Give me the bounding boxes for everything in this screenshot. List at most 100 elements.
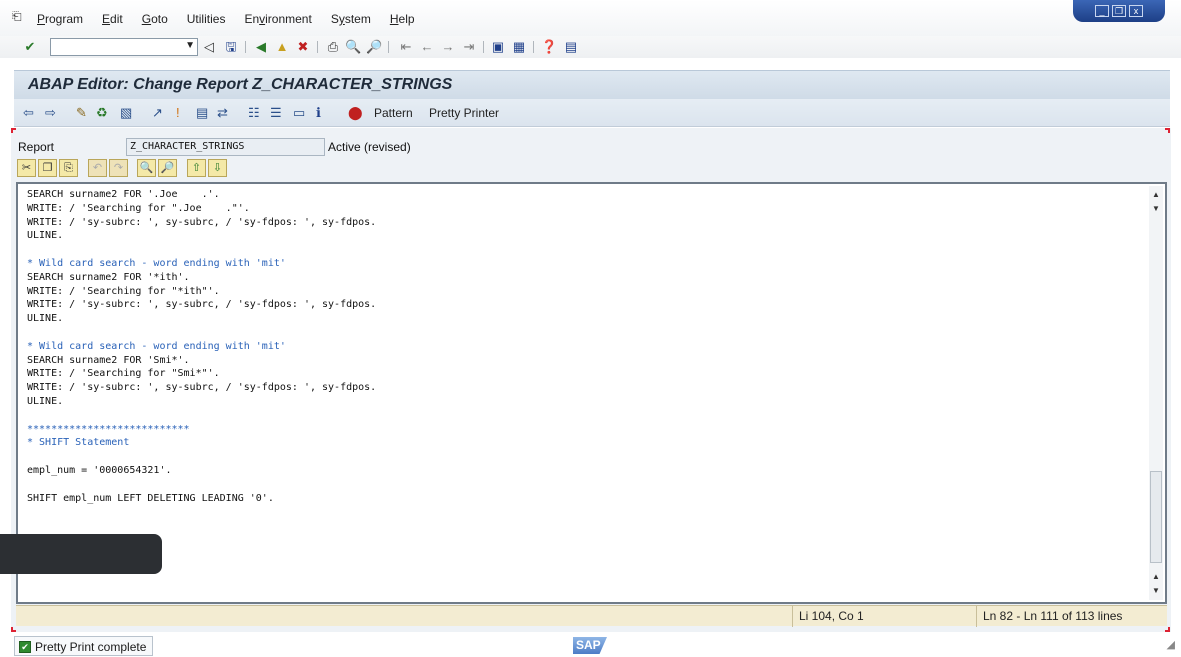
- redo-icon[interactable]: ↷: [109, 159, 128, 177]
- where-used-icon[interactable]: ▤: [196, 105, 208, 121]
- find-icon[interactable]: 🔍: [345, 39, 361, 55]
- code-comment-line[interactable]: * SHIFT Statement: [27, 436, 1147, 450]
- back-arrow-icon[interactable]: ◁: [201, 39, 217, 55]
- code-line[interactable]: [27, 478, 1147, 492]
- pattern-button[interactable]: Pattern: [374, 106, 413, 120]
- restore-icon[interactable]: ❐: [1112, 5, 1126, 17]
- code-line[interactable]: WRITE: / 'sy-subrc: ', sy-subrc, / 'sy-f…: [27, 381, 1147, 395]
- code-line[interactable]: SEARCH surname2 FOR 'Smi*'.: [27, 354, 1147, 368]
- back-icon[interactable]: ◀: [253, 39, 269, 55]
- breakpoint-stop-icon[interactable]: ⬤: [348, 105, 363, 121]
- scroll-thumb[interactable]: [1150, 471, 1162, 563]
- menu-item-program[interactable]: Program: [37, 12, 83, 26]
- code-comment-line[interactable]: * Wild card search - word ending with 'm…: [27, 257, 1147, 271]
- code-line[interactable]: [27, 326, 1147, 340]
- paste-icon[interactable]: ⎘: [59, 159, 78, 177]
- copy-icon[interactable]: ❐: [38, 159, 57, 177]
- info-icon[interactable]: ℹ: [316, 105, 321, 121]
- separator: [317, 41, 318, 53]
- upload-icon[interactable]: ⇧: [187, 159, 206, 177]
- test-icon[interactable]: !: [176, 105, 180, 121]
- new-session-icon[interactable]: ▣: [490, 39, 506, 55]
- code-line[interactable]: WRITE: / 'Searching for "Smi*"'.: [27, 367, 1147, 381]
- window-controls: _ ❐ x: [1073, 0, 1165, 22]
- undo-icon[interactable]: ↶: [88, 159, 107, 177]
- cut-icon[interactable]: ✂: [17, 159, 36, 177]
- resize-grip-icon[interactable]: ◢: [1167, 638, 1175, 651]
- status-message[interactable]: ✔ Pretty Print complete: [14, 636, 154, 656]
- menu-item-system[interactable]: System: [331, 12, 371, 26]
- next-page-icon[interactable]: →: [440, 39, 456, 55]
- other-object-icon[interactable]: ▧: [120, 105, 132, 121]
- menu-bar: ⎗ Program Edit Goto Utilities Environment Sys…: [0, 0, 1181, 36]
- print-icon[interactable]: ⎙: [325, 39, 341, 55]
- code-line[interactable]: empl_num = '0000654321'.: [27, 464, 1147, 478]
- enter-check-icon[interactable]: ✔: [22, 39, 38, 55]
- system-toolbar: ✔ ▼ ◁ 🖫 ◀ ▲ ✖ ⎙ 🔍 🔎 ⇤ ← → ⇥ ▣ ▦ ❓ ▤: [0, 36, 1181, 58]
- report-label: Report: [18, 140, 55, 154]
- code-comment-line[interactable]: ***************************: [27, 423, 1147, 437]
- fullscreen-icon[interactable]: ▭: [293, 105, 305, 121]
- close-icon[interactable]: x: [1129, 5, 1143, 17]
- minimize-icon[interactable]: _: [1095, 5, 1109, 17]
- object-list-icon[interactable]: ☷: [248, 105, 260, 121]
- dropdown-icon[interactable]: ▼: [185, 40, 195, 51]
- status-bar: ✔ Pretty Print complete SAP: [0, 634, 1181, 657]
- cancel-icon[interactable]: ✖: [295, 39, 311, 55]
- activate-icon[interactable]: ↗: [152, 105, 163, 121]
- success-check-icon: ✔: [19, 641, 31, 653]
- command-field[interactable]: ▼: [50, 38, 198, 56]
- search-icon[interactable]: 🔍: [137, 159, 156, 177]
- back-arrow-icon[interactable]: ⇦: [23, 105, 34, 121]
- menu-item-edit[interactable]: Edit: [102, 12, 123, 26]
- code-line[interactable]: SHIFT empl_num LEFT DELETING LEADING '0'…: [27, 492, 1147, 506]
- code-line[interactable]: ULINE.: [27, 229, 1147, 243]
- vertical-scrollbar[interactable]: ▲ ▼ ▲ ▼: [1149, 186, 1163, 600]
- toggle-display-change-icon[interactable]: ✎: [76, 105, 87, 121]
- code-line[interactable]: WRITE: / 'Searching for ".Joe ."'.: [27, 202, 1147, 216]
- scroll-up-icon[interactable]: ▲: [1149, 188, 1163, 202]
- first-page-icon[interactable]: ⇤: [398, 39, 414, 55]
- code-line[interactable]: SEARCH surname2 FOR '.Joe .'.: [27, 188, 1147, 202]
- last-page-icon[interactable]: ⇥: [461, 39, 477, 55]
- page-up-icon[interactable]: ▲: [1149, 570, 1163, 584]
- code-comment-line[interactable]: * Wild card search - word ending with 'm…: [27, 340, 1147, 354]
- forward-arrow-icon[interactable]: ⇨: [45, 105, 56, 121]
- menu-item-help[interactable]: Help: [390, 12, 415, 26]
- menu-item-utilities[interactable]: Utilities: [187, 12, 226, 26]
- menu-item-environment[interactable]: Environment: [244, 12, 311, 26]
- code-line[interactable]: [27, 409, 1147, 423]
- check-syntax-icon[interactable]: ♻: [96, 105, 108, 121]
- menu-item-goto[interactable]: Goto: [142, 12, 168, 26]
- download-icon[interactable]: ⇩: [208, 159, 227, 177]
- exit-icon[interactable]: ▲: [274, 39, 290, 55]
- help-icon[interactable]: ❓: [541, 39, 557, 55]
- code-line[interactable]: [27, 450, 1147, 464]
- scroll-down-icon[interactable]: ▼: [1149, 584, 1163, 598]
- code-lines[interactable]: SEARCH surname2 FOR '.Joe .'. WRITE: / 'S…: [27, 188, 1147, 505]
- sap-logo: SAP: [573, 637, 607, 654]
- code-line[interactable]: WRITE: / 'sy-subrc: ', sy-subrc, / 'sy-f…: [27, 298, 1147, 312]
- code-line[interactable]: SEARCH surname2 FOR '*ith'.: [27, 271, 1147, 285]
- code-line[interactable]: [27, 243, 1147, 257]
- system-menu-icon[interactable]: ⎗: [12, 9, 26, 23]
- shortcut-icon[interactable]: ▦: [511, 39, 527, 55]
- code-line[interactable]: WRITE: / 'sy-subrc: ', sy-subrc, / 'sy-f…: [27, 216, 1147, 230]
- code-editor[interactable]: SEARCH surname2 FOR '.Joe .'. WRITE: / 'S…: [16, 182, 1167, 604]
- pretty-printer-button[interactable]: Pretty Printer: [429, 106, 499, 120]
- save-icon[interactable]: 🖫: [223, 39, 239, 55]
- line-range: Ln 82 - Ln 111 of 113 lines: [983, 609, 1123, 623]
- report-name-field[interactable]: Z_CHARACTER_STRINGS: [126, 138, 325, 156]
- corner-marker: [11, 627, 16, 632]
- code-line[interactable]: WRITE: / 'Searching for "*ith"'.: [27, 285, 1147, 299]
- code-line[interactable]: ULINE.: [27, 312, 1147, 326]
- layout-menu-icon[interactable]: ▤: [563, 39, 579, 55]
- navigation-window-icon[interactable]: ☰: [270, 105, 282, 121]
- code-line[interactable]: ULINE.: [27, 395, 1147, 409]
- editor-status-row: Li 104, Co 1 Ln 82 - Ln 111 of 113 lines: [16, 605, 1167, 627]
- previous-page-icon[interactable]: ←: [419, 39, 435, 55]
- find-next-icon[interactable]: 🔎: [366, 39, 382, 55]
- navigation-icon[interactable]: ⇄: [217, 105, 228, 121]
- page-down-icon[interactable]: ▼: [1149, 202, 1163, 216]
- search-next-icon[interactable]: 🔎: [158, 159, 177, 177]
